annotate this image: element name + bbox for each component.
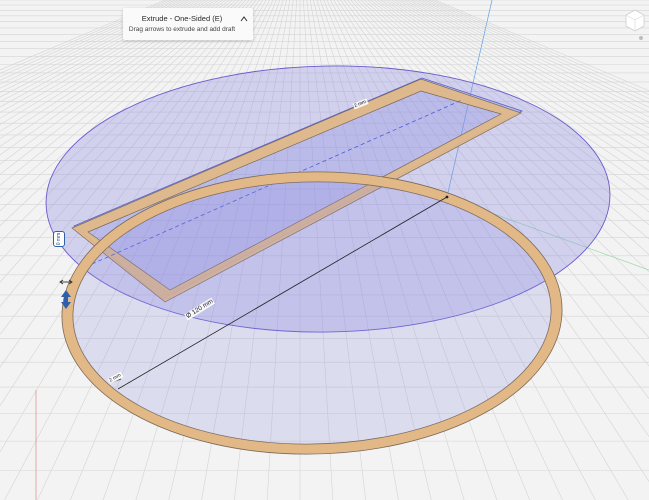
center-point bbox=[445, 195, 449, 199]
canvas-viewport[interactable] bbox=[0, 0, 649, 500]
depth-input[interactable]: 0 mm bbox=[53, 231, 65, 247]
up-down-arrow-icon[interactable] bbox=[57, 278, 75, 314]
tooltip-subtitle: Drag arrows to extrude and add draft bbox=[128, 26, 236, 33]
view-cube-icon[interactable] bbox=[624, 8, 646, 42]
command-tooltip: Extrude - One-Sided (E) Drag arrows to e… bbox=[123, 8, 253, 40]
tooltip-title: Extrude - One-Sided (E) bbox=[141, 14, 223, 23]
chevron-up-icon[interactable] bbox=[239, 14, 249, 24]
depth-input-value: 0 mm bbox=[56, 232, 62, 246]
